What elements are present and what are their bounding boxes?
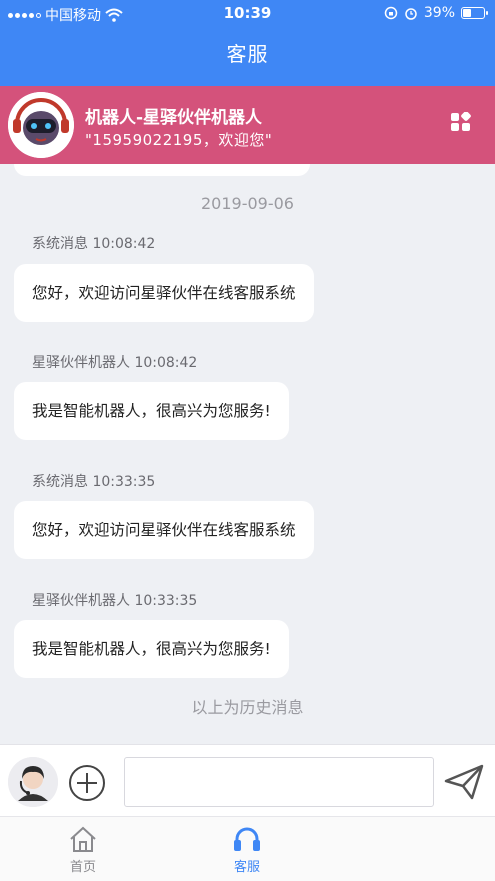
send-button[interactable]	[444, 763, 484, 801]
tab-service-label: 客服	[233, 860, 260, 875]
history-note: 以上为历史消息	[191, 698, 304, 717]
alarm-icon	[405, 8, 417, 20]
input-bar	[0, 744, 495, 816]
chat-date: 2019-09-06	[201, 194, 294, 213]
message-bubble: 您好，欢迎访问星驿伙伴在线客服系统	[14, 264, 314, 322]
message-sender: 系统消息 10:08:42	[32, 236, 156, 252]
tab-home[interactable]: 首页	[43, 825, 123, 875]
tab-service[interactable]: 客服	[207, 825, 287, 875]
message-bubble: 您好，欢迎访问星驿伙伴在线客服系统	[14, 501, 314, 559]
chat-area[interactable]: 2019-09-06 系统消息 10:08:42 您好，欢迎访问星驿伙伴在线客服…	[0, 164, 495, 744]
message-input[interactable]	[124, 757, 434, 807]
top-bar: 中国移动 10:39 39% 客服	[0, 0, 495, 86]
robot-icon	[8, 92, 74, 158]
add-attachment-button[interactable]	[68, 764, 106, 802]
message-bubble-partial	[14, 164, 310, 176]
status-bar: 中国移动 10:39 39%	[0, 0, 495, 30]
battery-icon	[461, 7, 488, 19]
message-sender: 系统消息 10:33:35	[32, 474, 156, 490]
tab-home-label: 首页	[69, 860, 96, 875]
message-sender: 星驿伙伴机器人 10:08:42	[32, 355, 198, 371]
home-icon	[70, 826, 96, 852]
apps-grid-icon[interactable]	[451, 112, 471, 132]
message-bubble: 我是智能机器人，很高兴为您服务!	[14, 382, 289, 440]
welcome-text: "15959022195，欢迎您"	[85, 131, 273, 149]
headset-icon	[234, 827, 260, 851]
robot-avatar	[8, 92, 74, 158]
tab-bar: 首页 客服	[0, 816, 495, 881]
customer-service-avatar[interactable]	[8, 757, 58, 807]
rotation-lock-icon	[384, 6, 398, 20]
message-sender: 星驿伙伴机器人 10:33:35	[32, 593, 198, 609]
robot-banner: 机器人-星驿伙伴机器人 "15959022195，欢迎您"	[0, 86, 495, 164]
robot-name: 机器人-星驿伙伴机器人	[85, 108, 263, 128]
agent-icon	[8, 757, 58, 807]
battery-percent: 39%	[423, 5, 455, 21]
page-title: 客服	[226, 42, 269, 66]
message-bubble: 我是智能机器人，很高兴为您服务!	[14, 620, 289, 678]
status-right: 39%	[384, 5, 488, 21]
